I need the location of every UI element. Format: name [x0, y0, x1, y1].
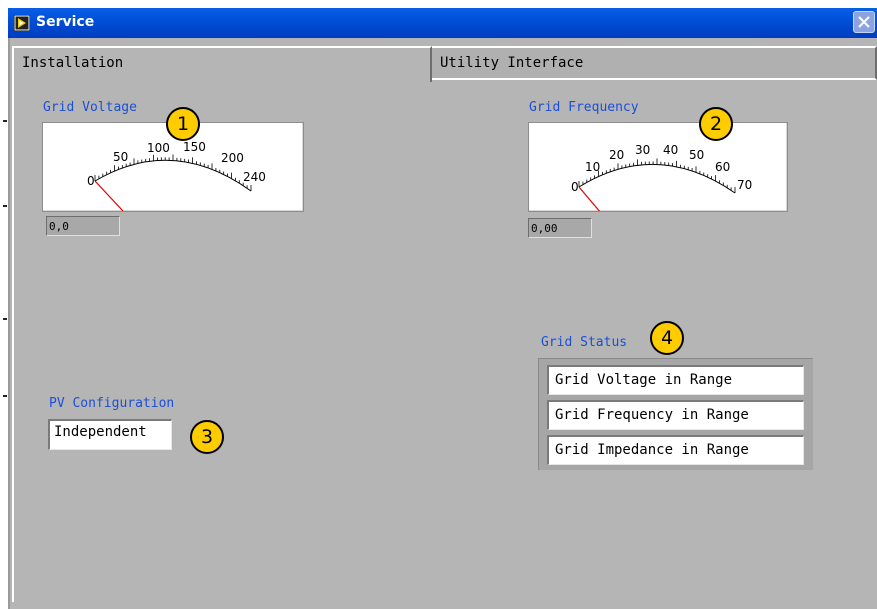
grid-voltage-readout: 0,0 — [46, 216, 120, 236]
grid-voltage-scale-label: 50 — [113, 150, 128, 164]
grid-frequency-scale-label: 70 — [737, 178, 752, 192]
tab-label: Utility Interface — [440, 55, 584, 71]
labview-icon — [14, 15, 30, 31]
callout-4: 4 — [650, 321, 684, 355]
close-icon — [858, 16, 870, 28]
grid-voltage-scale-label: 150 — [183, 140, 206, 154]
edge-tick — [3, 120, 7, 122]
grid-frequency-scale-label: 10 — [585, 160, 600, 174]
grid-frequency-label: Grid Frequency — [529, 100, 639, 115]
grid-voltage-needle — [94, 180, 124, 212]
tab-label: Installation — [22, 55, 124, 71]
window-title: Service — [36, 14, 95, 30]
grid-frequency-scale-label: 20 — [609, 148, 624, 162]
grid-frequency-meter: 0 10 20 30 40 50 60 70 — [528, 122, 788, 214]
callout-3: 3 — [190, 420, 224, 454]
grid-frequency-scale-label: 50 — [689, 148, 704, 162]
grid-voltage-label: Grid Voltage — [43, 100, 137, 115]
status-grid-frequency: Grid Frequency in Range — [547, 400, 804, 430]
service-window: Service Installation Utility Interface G… — [0, 0, 877, 609]
edge-tick — [3, 205, 7, 207]
edge-tick — [3, 395, 7, 397]
grid-frequency-gauge: 0 10 20 30 40 50 60 70 — [571, 143, 752, 214]
grid-frequency-scale-label: 30 — [635, 143, 650, 157]
edge-tick — [3, 318, 7, 320]
callout-2: 2 — [699, 107, 733, 141]
grid-status-label: Grid Status — [541, 335, 628, 350]
pv-configuration-label: PV Configuration — [49, 396, 175, 411]
grid-frequency-needle — [578, 186, 602, 214]
grid-frequency-scale-label: 0 — [571, 180, 579, 194]
grid-frequency-scale-label: 60 — [715, 160, 730, 174]
grid-voltage-scale-label: 200 — [221, 151, 244, 165]
tab-installation[interactable]: Installation — [12, 46, 432, 82]
grid-frequency-scale-label: 40 — [663, 143, 678, 157]
grid-frequency-readout: 0,00 — [528, 218, 592, 238]
tab-utility-interface[interactable]: Utility Interface — [432, 46, 877, 80]
status-grid-voltage: Grid Voltage in Range — [547, 365, 804, 395]
status-grid-impedance: Grid Impedance in Range — [547, 435, 804, 465]
pv-configuration-field[interactable]: Independent — [48, 419, 172, 450]
close-button[interactable] — [853, 11, 875, 33]
grid-voltage-scale-label: 240 — [243, 170, 266, 184]
grid-status-panel: Grid Voltage in Range Grid Frequency in … — [538, 358, 813, 470]
title-bar[interactable]: Service — [8, 8, 877, 38]
callout-1: 1 — [166, 107, 200, 141]
grid-voltage-scale-label: 100 — [147, 141, 170, 155]
grid-voltage-scale-label: 0 — [87, 174, 95, 188]
